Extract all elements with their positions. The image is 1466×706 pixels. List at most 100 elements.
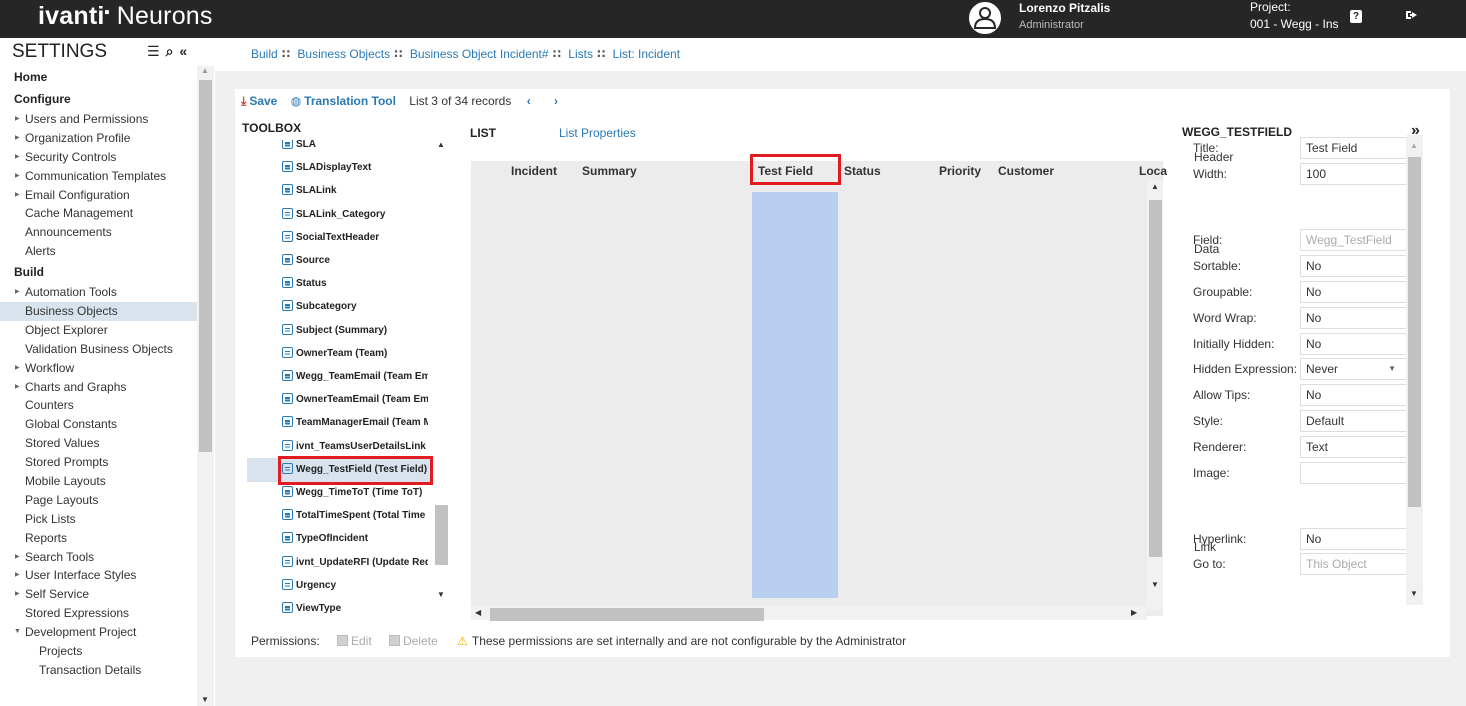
sidebar-item-pick-lists[interactable]: Pick Lists — [0, 510, 197, 529]
scroll-up-icon[interactable]: ▲ — [1151, 182, 1159, 191]
toolbox-field-item[interactable]: Wegg_TimeToT (Time ToT) — [282, 484, 428, 502]
sidebar-item-user-interface-styles[interactable]: User Interface Styles — [0, 566, 197, 585]
properties-scroll-thumb[interactable] — [1408, 157, 1421, 507]
selected-column-highlight[interactable] — [752, 192, 838, 598]
column-header-summary[interactable]: Summary — [582, 164, 637, 178]
prop-value-title[interactable]: Test Field — [1300, 137, 1406, 159]
toolbox-field-item[interactable]: ivnt_TeamsUserDetailsLink — [282, 438, 428, 456]
scroll-left-icon[interactable]: ◀ — [475, 608, 481, 617]
next-record-button[interactable]: › — [554, 89, 558, 113]
properties-scrollbar[interactable]: ▲ ▼ — [1406, 135, 1423, 605]
toolbox-field-item[interactable]: Urgency — [282, 577, 428, 595]
scroll-down-icon[interactable]: ▼ — [1410, 589, 1418, 598]
sidebar-item-global-constants[interactable]: Global Constants — [0, 415, 197, 434]
sidebar-item-charts-and-graphs[interactable]: Charts and Graphs — [0, 378, 197, 397]
toolbox-field-item[interactable]: TotalTimeSpent (Total Time Spent) — [282, 507, 428, 525]
list-vscroll-thumb[interactable] — [1149, 200, 1162, 557]
prop-value-renderer[interactable]: Text — [1300, 436, 1406, 458]
column-header-location[interactable]: Loca — [1139, 164, 1167, 178]
toolbox-field-item[interactable]: OwnerTeam (Team) — [282, 345, 428, 363]
sidebar-item-workflow[interactable]: Workflow — [0, 359, 197, 378]
scroll-right-icon[interactable]: ▶ — [1131, 608, 1137, 617]
prop-value-allow-tips[interactable]: No — [1300, 384, 1406, 406]
sidebar-scrollbar[interactable]: ▲ ▼ — [197, 66, 214, 706]
breadcrumb-business-object-incident[interactable]: Business Object Incident# — [410, 47, 549, 61]
app-logo[interactable]: ivanti■ Neurons — [38, 2, 213, 31]
sidebar-item-counters[interactable]: Counters — [0, 396, 197, 415]
list-horizontal-scrollbar[interactable]: ◀ ▶ — [471, 606, 1147, 621]
user-avatar[interactable] — [967, 0, 1003, 36]
sidebar-item-stored-expressions[interactable]: Stored Expressions — [0, 604, 197, 623]
column-header-priority[interactable]: Priority — [939, 164, 981, 178]
toolbox-field-item[interactable]: OwnerTeamEmail (Team Email) — [282, 391, 428, 409]
sidebar-item-transaction-details[interactable]: Transaction Details — [0, 661, 197, 680]
sidebar-item-stored-values[interactable]: Stored Values — [0, 434, 197, 453]
sidebar-item-self-service[interactable]: Self Service — [0, 585, 197, 604]
column-header-customer[interactable]: Customer — [998, 164, 1054, 178]
toolbox-field-item[interactable]: TeamManagerEmail (Team Manager Email) — [282, 414, 428, 432]
prop-value-initially-hidden[interactable]: No — [1300, 333, 1406, 355]
toolbox-field-item[interactable]: TypeOfIncident — [282, 530, 428, 548]
dropdown-arrow-icon[interactable]: ▼ — [1388, 359, 1396, 379]
sidebar-item-configure[interactable]: Configure — [0, 88, 197, 110]
prop-value-groupable[interactable]: No — [1300, 281, 1406, 303]
scroll-up-icon[interactable]: ▲ — [201, 66, 209, 75]
toolbox-scroll-thumb[interactable] — [435, 505, 448, 565]
sidebar-item-stored-prompts[interactable]: Stored Prompts — [0, 453, 197, 472]
toolbox-field-item[interactable]: SLADisplayText — [282, 159, 428, 177]
sidebar-item-reports[interactable]: Reports — [0, 529, 197, 548]
scroll-down-icon[interactable]: ▼ — [437, 590, 445, 599]
sidebar-item-home[interactable]: Home — [0, 66, 197, 88]
toolbox-field-item[interactable]: ViewType — [282, 600, 428, 618]
prev-record-button[interactable]: ‹ — [527, 89, 531, 113]
breadcrumb-list-incident[interactable]: List: Incident — [613, 47, 680, 61]
column-header-status[interactable]: Status — [844, 164, 881, 178]
scroll-down-icon[interactable]: ▼ — [1151, 580, 1159, 589]
toolbox-field-item[interactable]: Wegg_TeamEmail (Team Email) — [282, 368, 428, 386]
sidebar-item-mobile-layouts[interactable]: Mobile Layouts — [0, 472, 197, 491]
collapse-sidebar-icon[interactable]: « — [179, 43, 187, 59]
sidebar-scroll-thumb[interactable] — [199, 80, 212, 452]
breadcrumb-lists[interactable]: Lists — [568, 47, 593, 61]
scroll-up-icon[interactable]: ▲ — [437, 140, 445, 149]
save-button[interactable]: ⤓ Save — [241, 89, 277, 113]
toolbox-field-item[interactable]: SocialTextHeader — [282, 229, 428, 247]
logout-icon[interactable] — [1405, 8, 1419, 22]
toolbox-field-item[interactable]: SLA — [282, 140, 428, 154]
sidebar-item-projects[interactable]: Projects — [0, 642, 197, 661]
user-name[interactable]: Lorenzo Pitzalis — [1019, 1, 1110, 15]
prop-value-width[interactable]: 100 — [1300, 163, 1406, 185]
project-selector[interactable]: 001 - Wegg - Ins — [1250, 17, 1339, 31]
prop-value-hyperlink[interactable]: No — [1300, 528, 1406, 550]
sidebar-item-users-and-permissions[interactable]: Users and Permissions — [0, 110, 197, 129]
filter-icon[interactable]: ☰ — [147, 43, 160, 59]
scroll-up-icon[interactable]: ▲ — [1410, 141, 1418, 150]
help-icon[interactable]: ? — [1350, 10, 1362, 23]
sidebar-item-object-explorer[interactable]: Object Explorer — [0, 321, 197, 340]
sidebar-item-build[interactable]: Build — [0, 261, 197, 283]
sidebar-item-page-layouts[interactable]: Page Layouts — [0, 491, 197, 510]
breadcrumb-build[interactable]: Build — [251, 47, 278, 61]
column-header-incident[interactable]: Incident — [511, 164, 557, 178]
sidebar-item-communication-templates[interactable]: Communication Templates — [0, 167, 197, 186]
search-icon[interactable]: ⌕ — [166, 43, 174, 59]
prop-value-word-wrap[interactable]: No — [1300, 307, 1406, 329]
toolbox-field-item[interactable]: Source — [282, 252, 428, 270]
toolbox-field-item[interactable]: Status — [282, 275, 428, 293]
sidebar-item-automation-tools[interactable]: Automation Tools — [0, 283, 197, 302]
prop-value-hidden-expression[interactable]: Never ▼ — [1300, 358, 1406, 380]
sidebar-item-development-project[interactable]: Development Project — [0, 623, 197, 642]
scroll-down-icon[interactable]: ▼ — [201, 695, 209, 704]
breadcrumb-business-objects[interactable]: Business Objects — [297, 47, 390, 61]
sidebar-item-security-controls[interactable]: Security Controls — [0, 148, 197, 167]
sidebar-item-alerts[interactable]: Alerts — [0, 242, 197, 261]
toolbox-field-item[interactable]: SLALink_Category — [282, 206, 428, 224]
toolbox-field-item[interactable]: Subcategory — [282, 298, 428, 316]
sidebar-item-email-configuration[interactable]: Email Configuration — [0, 186, 197, 205]
sidebar-item-search-tools[interactable]: Search Tools — [0, 548, 197, 567]
prop-value-style[interactable]: Default — [1300, 410, 1406, 432]
sidebar-item-announcements[interactable]: Announcements — [0, 223, 197, 242]
sidebar-item-validation-business-objects[interactable]: Validation Business Objects — [0, 340, 197, 359]
sidebar-item-organization-profile[interactable]: Organization Profile — [0, 129, 197, 148]
list-hscroll-thumb[interactable] — [490, 608, 764, 621]
